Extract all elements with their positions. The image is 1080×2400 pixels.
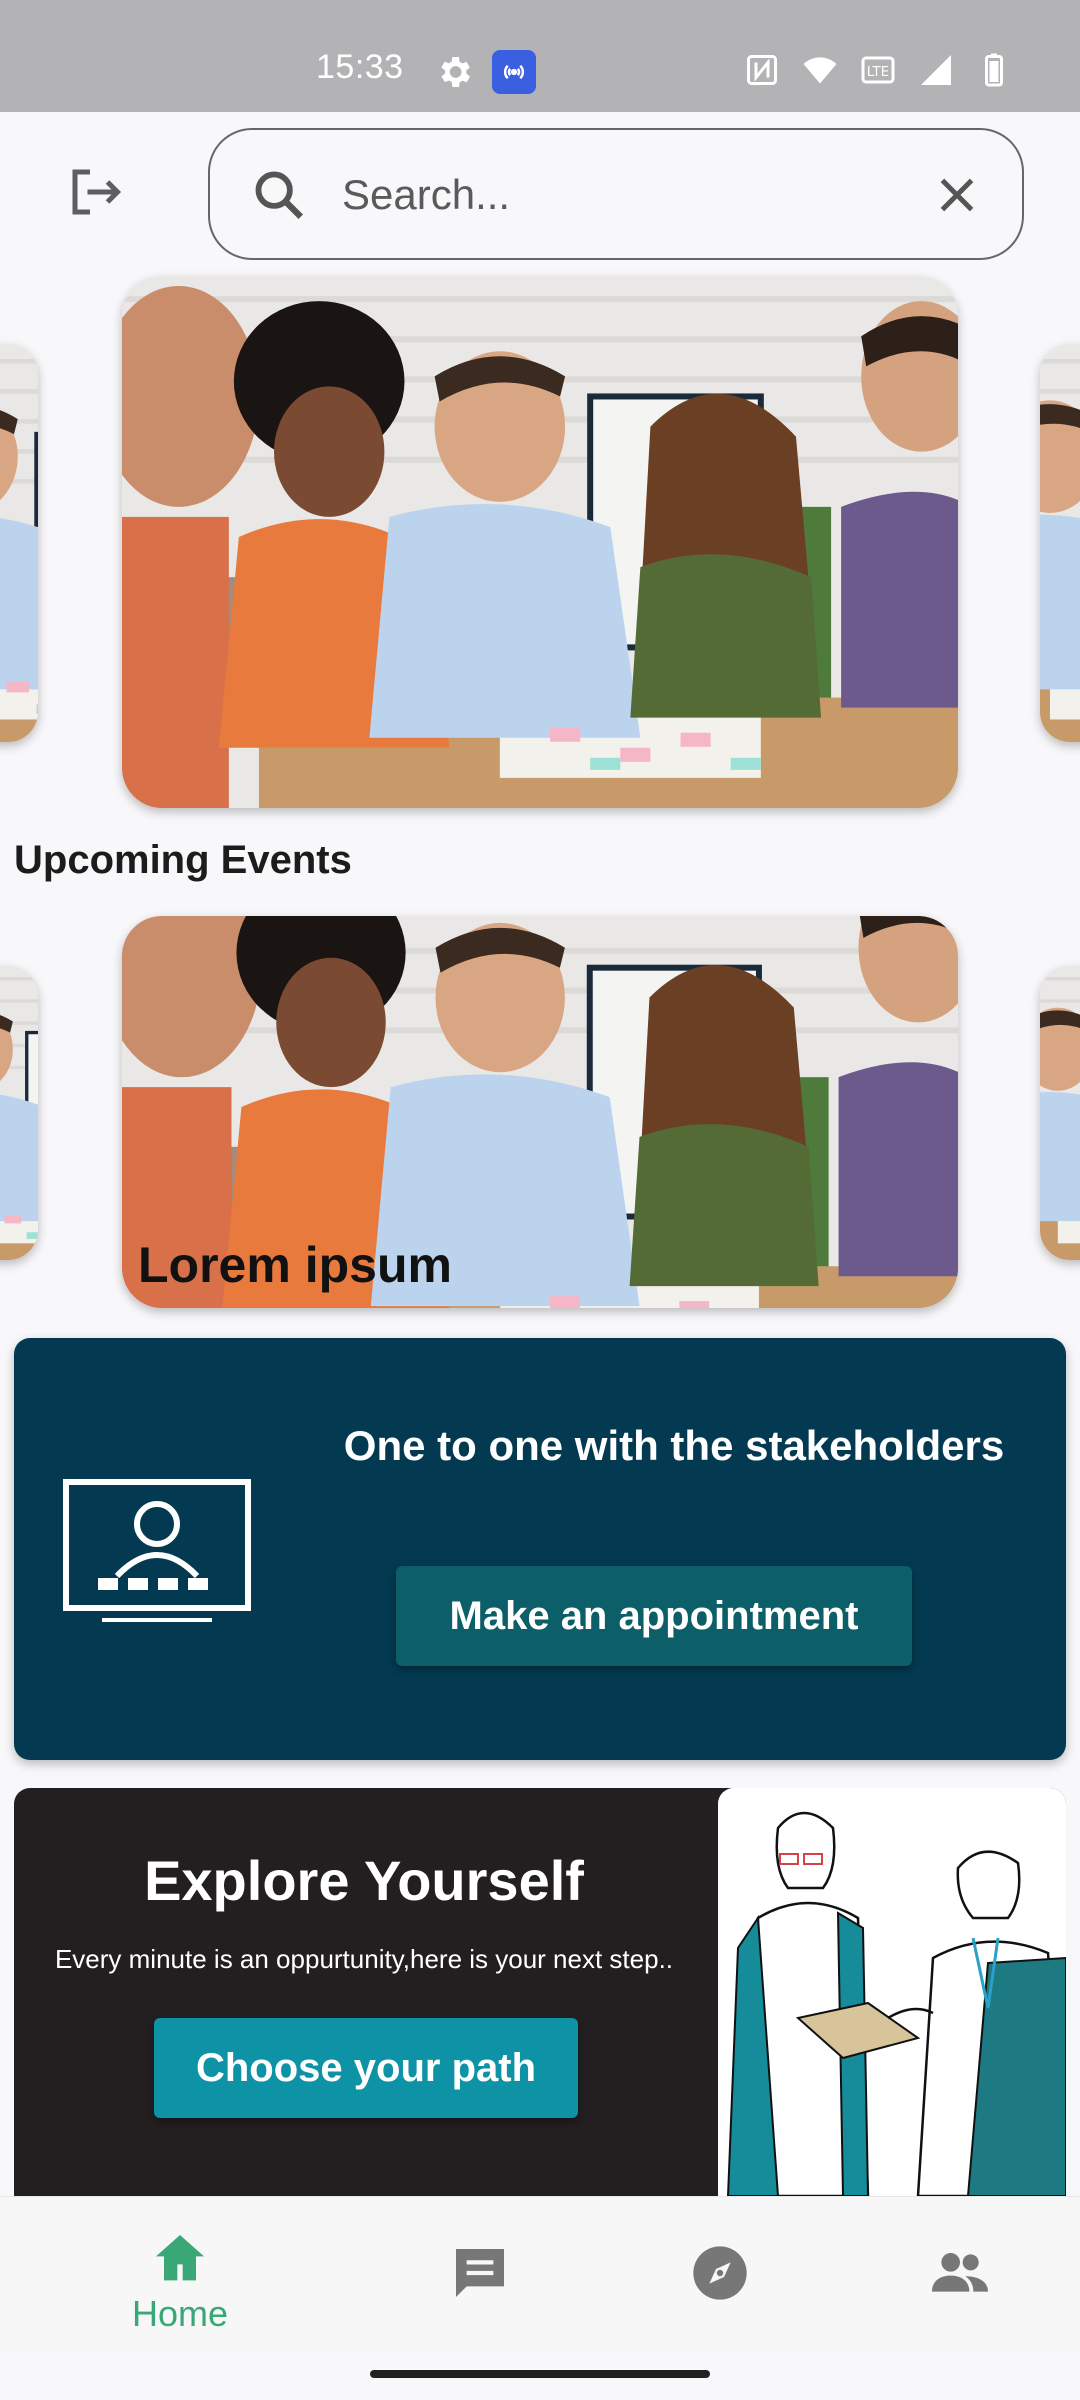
event-prev-card[interactable] bbox=[0, 966, 38, 1260]
event-next-card[interactable] bbox=[1040, 966, 1080, 1260]
stakeholder-card: One to one with the stakeholders Make an… bbox=[14, 1338, 1066, 1760]
upcoming-events-title: Upcoming Events bbox=[14, 838, 352, 882]
nav-home-label: Home bbox=[131, 2293, 229, 2334]
search-input[interactable] bbox=[342, 160, 902, 230]
choose-path-button[interactable]: Choose your path bbox=[154, 2018, 578, 2118]
status-bar: 15:33 LTE bbox=[0, 0, 1080, 112]
search-icon bbox=[255, 171, 303, 219]
carousel-image[interactable] bbox=[122, 276, 958, 808]
make-appointment-button[interactable]: Make an appointment bbox=[396, 1566, 912, 1666]
status-time: 15:33 bbox=[316, 48, 404, 86]
explore-title: Explore Yourself bbox=[144, 1849, 584, 1912]
people-icon bbox=[932, 2253, 988, 2292]
home-indicator bbox=[370, 2370, 710, 2378]
hotspot-icon bbox=[492, 50, 536, 94]
event-caption: Lorem ipsum bbox=[138, 1237, 452, 1293]
gear-icon bbox=[441, 57, 470, 87]
presentation-screen-icon bbox=[63, 1479, 251, 1622]
bottom-navigation: Home bbox=[0, 2196, 1080, 2354]
svg-text:LTE: LTE bbox=[867, 64, 889, 80]
chat-icon bbox=[456, 2249, 504, 2297]
nav-home[interactable]: Home bbox=[80, 2197, 280, 2355]
logout-icon[interactable] bbox=[62, 162, 128, 222]
explore-subtitle: Every minute is an oppurtunity,here is y… bbox=[54, 1944, 674, 1974]
close-icon[interactable] bbox=[932, 170, 982, 220]
nav-explore[interactable] bbox=[620, 2197, 820, 2355]
wifi-icon bbox=[803, 57, 837, 84]
nav-messages[interactable] bbox=[380, 2197, 580, 2355]
carousel-next-image[interactable] bbox=[1040, 344, 1080, 742]
carousel-prev-image[interactable] bbox=[0, 344, 38, 742]
battery-icon bbox=[985, 53, 1003, 87]
nav-people[interactable] bbox=[860, 2197, 1060, 2355]
stakeholder-title: One to one with the stakeholders bbox=[343, 1422, 1005, 1469]
nfc-icon bbox=[747, 55, 777, 85]
signal-icon bbox=[921, 55, 951, 85]
home-icon bbox=[156, 2235, 204, 2281]
compass-icon bbox=[693, 2246, 747, 2300]
consultation-illustration bbox=[718, 1788, 1066, 2196]
volte-icon: LTE bbox=[861, 56, 895, 84]
search-bar[interactable] bbox=[208, 128, 1024, 260]
explore-card: Explore Yourself Every minute is an oppu… bbox=[14, 1788, 1066, 2196]
